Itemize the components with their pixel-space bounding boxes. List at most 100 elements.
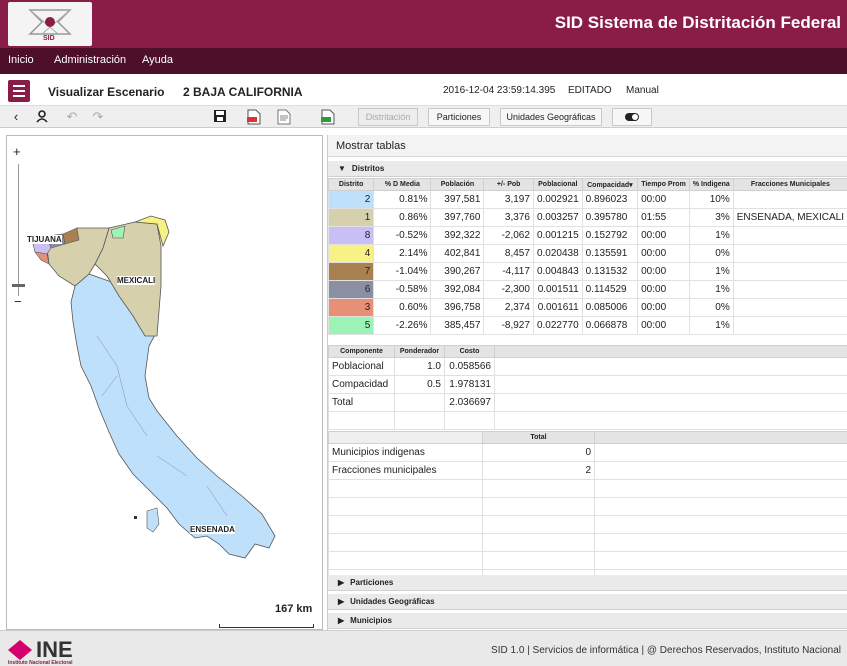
col-compacidad[interactable]: Compacidad▾ — [581, 178, 639, 191]
cell-d-media: 0.60% — [373, 298, 432, 317]
cell-fracciones — [732, 262, 847, 281]
col-costo: Costo — [444, 345, 495, 358]
table-row[interactable]: 5 -2.26% 385,457 -8,927 0.022770 0.066878 00:0… — [328, 316, 847, 335]
cell-fracciones — [732, 190, 847, 209]
distritacion-button[interactable]: Distritación — [358, 108, 418, 126]
cell-distrito: 3 — [328, 298, 375, 317]
table-row[interactable]: 4 2.14% 402,841 8,457 0.020438 0.135591 00:00 0… — [328, 244, 847, 263]
cell-total-label: Fracciones municipales — [328, 461, 483, 480]
cell-indigena: 1% — [688, 226, 734, 245]
cell-d-media: 2.14% — [373, 244, 432, 263]
cell-compacidad: 0.114529 — [581, 280, 639, 299]
cell-poblacion: 402,841 — [430, 244, 485, 263]
cell-empty — [594, 443, 847, 462]
cell-empty — [482, 533, 595, 552]
cell-poblacional: 0.003257 — [532, 208, 583, 227]
table-row[interactable]: 7 -1.04% 390,267 -4,117 0.004843 0.131532 00:0… — [328, 262, 847, 281]
label-mexicali: MEXICALI — [117, 276, 156, 285]
table-row[interactable]: 6 -0.58% 392,084 -2,300 0.001511 0.114529 00:0… — [328, 280, 847, 299]
app-title: SID Sistema de Distritación Federal — [554, 13, 841, 32]
particiones-button[interactable]: Particiones — [428, 108, 490, 126]
label-tijuana: TIJUANA — [27, 235, 62, 244]
col-tiempo-prom[interactable]: Tiempo Prom — [637, 178, 690, 191]
undo-icon[interactable]: ↶ — [64, 109, 80, 125]
cell-fracciones — [732, 298, 847, 317]
cell-empty — [482, 515, 595, 534]
entity-name: 2 BAJA CALIFORNIA — [183, 85, 303, 99]
cell-indigena: 0% — [688, 298, 734, 317]
scenario-mode: Manual — [626, 85, 659, 96]
particiones-section-label: Particiones — [350, 578, 394, 587]
distritos-section-header[interactable]: ▼ Distritos — [328, 161, 847, 177]
toggle-button[interactable] — [612, 108, 652, 126]
col-poblacion[interactable]: Población — [430, 178, 485, 191]
cell-d-media: -0.52% — [373, 226, 432, 245]
unidades-section-header[interactable]: ▶ Unidades Geográficas — [328, 594, 847, 610]
redo-icon[interactable]: ↷ — [90, 109, 106, 125]
cell-fracciones — [732, 316, 847, 335]
unidades-geograficas-button[interactable]: Unidades Geográficas — [500, 108, 602, 126]
cell-distrito: 8 — [328, 226, 375, 245]
toolbar: ‹ ↶ ↷ Distritación Particiones Unidades … — [0, 106, 847, 128]
menu-administracion[interactable]: Administración — [54, 54, 126, 66]
cell-distrito: 2 — [328, 190, 375, 209]
cell-pob: 3,197 — [483, 190, 534, 209]
cell-pob: -2,300 — [483, 280, 534, 299]
mostrar-tablas-header[interactable]: Mostrar tablas — [328, 135, 847, 157]
save-icon[interactable] — [212, 109, 228, 125]
document-icon[interactable] — [276, 109, 292, 125]
island-shape — [146, 507, 160, 533]
col-indigena[interactable]: % Indigena — [688, 178, 734, 191]
cell-d-media: 0.81% — [373, 190, 432, 209]
col-d-media[interactable]: % D Media — [373, 178, 432, 191]
cell-indigena: 1% — [688, 262, 734, 281]
cell-empty — [494, 411, 847, 430]
cell-fracciones — [732, 280, 847, 299]
hamburger-menu-icon[interactable] — [8, 80, 30, 102]
cell-distrito: 7 — [328, 262, 375, 281]
cell-poblacional: 0.001511 — [532, 280, 583, 299]
municipios-section-header[interactable]: ▶ Municipios — [328, 613, 847, 629]
cell-poblacion: 396,758 — [430, 298, 485, 317]
table-row: Fracciones municipales 2 — [328, 461, 847, 480]
cell-compacidad: 0.152792 — [581, 226, 639, 245]
scenario-bar: Visualizar Escenario 2 BAJA CALIFORNIA 2… — [0, 76, 847, 106]
cell-pob: 2,374 — [483, 298, 534, 317]
cell-compacidad: 0.131532 — [581, 262, 639, 281]
cell-poblacion: 392,322 — [430, 226, 485, 245]
cell-componente: Poblacional — [328, 357, 395, 376]
particiones-section-header[interactable]: ▶ Particiones — [328, 575, 847, 591]
map-panel[interactable]: + − TIJUANA MEXICALI ENSENADA 167 km — [6, 135, 323, 630]
menu-inicio[interactable]: Inicio — [8, 54, 34, 66]
col-pob[interactable]: +/- Pob — [483, 178, 534, 191]
cell-distrito: 1 — [328, 208, 375, 227]
distritos-section-label: Distritos — [351, 164, 385, 173]
cell-tiempo: 00:00 — [637, 226, 690, 245]
menu-ayuda[interactable]: Ayuda — [142, 54, 173, 66]
sid-logo-text: SID — [43, 35, 55, 42]
cell-tiempo: 00:00 — [637, 262, 690, 281]
cell-empty — [594, 551, 847, 570]
cell-distrito: 6 — [328, 280, 375, 299]
cell-compacidad: 0.395780 — [581, 208, 639, 227]
cell-ponderador — [394, 393, 445, 412]
back-icon[interactable]: ‹ — [8, 109, 24, 125]
cell-pob: -2,062 — [483, 226, 534, 245]
districts-map[interactable] — [7, 136, 323, 630]
cell-total-value: 2 — [482, 461, 595, 480]
district-2-shape — [70, 273, 276, 559]
col-poblacional[interactable]: Poblacional — [532, 178, 583, 191]
table-row[interactable]: 8 -0.52% 392,322 -2,062 0.001215 0.152792 00:0… — [328, 226, 847, 245]
table-row[interactable]: 2 0.81% 397,581 3,197 0.002921 0.896023 00:00 1… — [328, 190, 847, 209]
col-distrito[interactable]: Distrito — [328, 178, 375, 191]
cell-poblacional: 0.020438 — [532, 244, 583, 263]
table-row[interactable]: 3 0.60% 396,758 2,374 0.001611 0.085006 00:00 0… — [328, 298, 847, 317]
col-fracciones[interactable]: Fracciones Municipales — [732, 178, 847, 191]
cell-pob: 8,457 — [483, 244, 534, 263]
pdf-export-icon[interactable] — [246, 109, 262, 125]
table-row[interactable]: 1 0.86% 397,760 3,376 0.003257 0.395780 01:55 3… — [328, 208, 847, 227]
csv-export-icon[interactable] — [320, 109, 336, 125]
user-pin-icon[interactable] — [34, 109, 50, 125]
scenario-status: EDITADO — [568, 85, 612, 96]
cell-d-media: -2.26% — [373, 316, 432, 335]
